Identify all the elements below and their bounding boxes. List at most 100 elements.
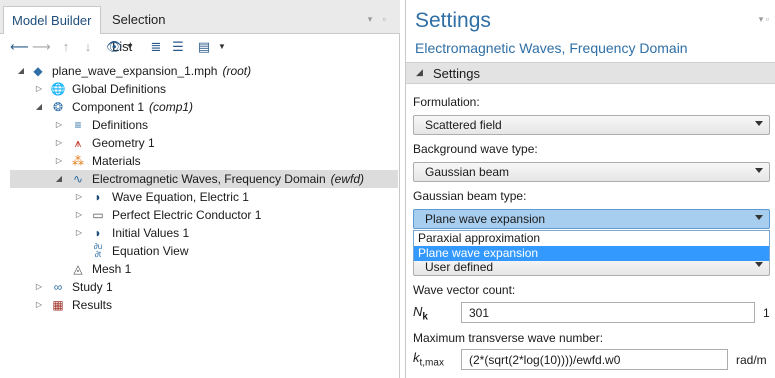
forward-icon[interactable]: ⟶ — [32, 39, 51, 55]
tree-item-component[interactable]: ◢ ❂ Component 1 (comp1) — [0, 98, 400, 116]
formulation-label: Formulation: — [413, 95, 480, 109]
select-value: Scattered field — [425, 118, 502, 132]
tab-bar: Model Builder Selection List ▾ ▫ — [0, 0, 400, 54]
select-value: User defined — [425, 260, 494, 274]
tree-item-study[interactable]: ▷ ∞ Study 1 — [0, 278, 400, 296]
settings-section-header[interactable]: ◢ Settings — [406, 62, 775, 84]
gaussian-beam-type-label: Gaussian beam type: — [413, 189, 527, 203]
globe-icon: 🌐 — [50, 82, 66, 96]
expand-arrow-icon[interactable]: ▷ — [34, 80, 44, 98]
tree-item-label: Equation View — [112, 244, 189, 258]
tree-item-wave-equation[interactable]: ▷ ◗ Wave Equation, Electric 1 — [0, 188, 400, 206]
tree-item-materials[interactable]: ▷ ⁂ Materials — [0, 152, 400, 170]
gaussian-beam-type-dropdown: Paraxial approximation Plane wave expans… — [413, 230, 770, 261]
tree-item-label: Electromagnetic Waves, Frequency Domain — [92, 172, 326, 186]
eye-icon[interactable]: 👁 — [106, 39, 123, 55]
geometry-icon: ⩚ — [74, 136, 82, 150]
dropdown-option[interactable]: Plane wave expansion — [414, 246, 769, 261]
expand-arrow-icon[interactable]: ▷ — [74, 188, 84, 206]
chevron-down-icon — [755, 121, 763, 126]
tree-item-label: Materials — [92, 154, 141, 168]
component-icon: ❂ — [52, 100, 64, 114]
equation-view-icon: ∂u ∂t — [93, 242, 103, 259]
formulation-select[interactable]: Scattered field — [413, 115, 770, 135]
model-icon: ◆ — [33, 64, 43, 78]
section-label: Settings — [433, 66, 480, 81]
down-icon[interactable]: ↓ — [80, 39, 96, 55]
gaussian-beam-type-select[interactable]: Plane wave expansion — [413, 209, 770, 229]
eye-menu-chevron-icon[interactable]: ▼ — [122, 39, 138, 55]
mesh-icon: ◬ — [73, 262, 83, 276]
tree-item-label: Global Definitions — [72, 82, 167, 96]
background-wave-select[interactable]: Gaussian beam — [413, 162, 770, 182]
tree-item-tag: (comp1) — [149, 100, 194, 114]
tree-item-label: Component 1 — [72, 100, 145, 114]
settings-subtitle: Electromagnetic Waves, Frequency Domain — [415, 40, 688, 56]
max-transverse-wave-label: Maximum transverse wave number: — [413, 331, 604, 345]
back-icon[interactable]: ⟵ — [10, 39, 29, 55]
tree-item-mesh[interactable]: ◬ Mesh 1 — [0, 260, 400, 278]
background-wave-label: Background wave type: — [413, 142, 538, 156]
chevron-down-icon — [755, 215, 763, 220]
settings-panel: Settings ▾ ▫ Electromagnetic Waves, Freq… — [405, 0, 775, 378]
results-icon: ▦ — [52, 298, 64, 312]
tab-model-builder[interactable]: Model Builder — [3, 6, 101, 34]
up-icon[interactable]: ↑ — [58, 39, 74, 55]
tree-item-definitions[interactable]: ▷ ≡ Definitions — [0, 116, 400, 134]
expand-arrow-icon[interactable]: ▷ — [54, 134, 64, 152]
expand-arrow-icon[interactable]: ▷ — [74, 224, 84, 242]
tree-item-root[interactable]: ◢ ◆ plane_wave_expansion_1.mph (root) — [0, 62, 400, 80]
nk-symbol: Nk — [413, 304, 428, 323]
tree-item-label: Perfect Electric Conductor 1 — [112, 208, 262, 222]
boundary-node-icon: ▭ — [92, 208, 104, 222]
tree-item-label: Wave Equation, Electric 1 — [112, 190, 249, 204]
tree-item-results[interactable]: ▷ ▦ Results — [0, 296, 400, 314]
expand-arrow-icon[interactable]: ▷ — [34, 278, 44, 296]
definitions-icon: ≡ — [74, 118, 82, 132]
nk-unit: 1 — [763, 306, 770, 320]
expand-all-icon[interactable]: ≣ — [148, 39, 164, 55]
tree-item-label: Study 1 — [72, 280, 113, 294]
tree-item-equation-view[interactable]: ∂u ∂t Equation View — [0, 242, 400, 260]
collapse-arrow-icon[interactable]: ◢ — [54, 170, 64, 188]
tree-item-label: Initial Values 1 — [112, 226, 190, 240]
chevron-down-icon — [755, 168, 763, 173]
collapse-all-icon[interactable]: ☰ — [170, 39, 186, 55]
panel-menu-icon[interactable]: ▾ ▫ — [368, 14, 390, 25]
tree-item-geometry[interactable]: ▷ ⩚ Geometry 1 — [0, 134, 400, 152]
tree-item-initial-values[interactable]: ▷ ◗ Initial Values 1 — [0, 224, 400, 242]
kt-max-unit: rad/m — [736, 353, 767, 367]
panel-menu-icon[interactable]: ▾ ▫ — [759, 14, 769, 25]
kt-max-symbol: kt,max — [413, 350, 444, 369]
collapse-arrow-icon[interactable]: ◢ — [34, 98, 44, 116]
select-value: Gaussian beam — [425, 165, 510, 179]
dropdown-option[interactable]: Paraxial approximation — [414, 231, 769, 246]
wave-physics-icon: ∿ — [72, 172, 84, 186]
collapse-arrow-icon[interactable]: ◢ — [416, 67, 423, 78]
show-more-chevron-icon[interactable]: ▼ — [214, 39, 230, 55]
tree-item-tag: (ewfd) — [330, 172, 364, 186]
tree-item-label: Results — [72, 298, 113, 312]
wave-vector-count-input[interactable]: 301 — [461, 302, 755, 323]
expand-arrow-icon[interactable]: ▷ — [54, 152, 64, 170]
tree-item-label: plane_wave_expansion_1.mph — [52, 64, 218, 78]
tree-item-global-definitions[interactable]: ▷ 🌐 Global Definitions — [0, 80, 400, 98]
collapse-arrow-icon[interactable]: ◢ — [16, 62, 26, 80]
tree-item-pec[interactable]: ▷ ▭ Perfect Electric Conductor 1 — [0, 206, 400, 224]
study-icon: ∞ — [53, 280, 63, 294]
settings-title: Settings — [415, 9, 491, 32]
expand-arrow-icon[interactable]: ▷ — [74, 206, 84, 224]
wave-vector-count-label: Wave vector count: — [413, 283, 516, 297]
domain-node-icon: ◗ — [94, 226, 102, 240]
tree-item-tag: (root) — [222, 64, 252, 78]
select-value: Plane wave expansion — [425, 212, 546, 226]
expand-arrow-icon[interactable]: ▷ — [34, 296, 44, 314]
tree-item-ewfd[interactable]: ◢ ∿ Electromagnetic Waves, Frequency Dom… — [10, 170, 398, 188]
tab-selection-list[interactable]: Selection List — [104, 6, 192, 54]
tree-item-label: Geometry 1 — [92, 136, 155, 150]
materials-icon: ⁂ — [72, 154, 84, 168]
expand-arrow-icon[interactable]: ▷ — [54, 116, 64, 134]
tree-item-label: Definitions — [92, 118, 149, 132]
show-more-icon[interactable]: ▤ — [196, 39, 212, 55]
max-transverse-wave-input[interactable]: (2*(sqrt(2*log(10))))/ewfd.w0 — [461, 349, 728, 370]
